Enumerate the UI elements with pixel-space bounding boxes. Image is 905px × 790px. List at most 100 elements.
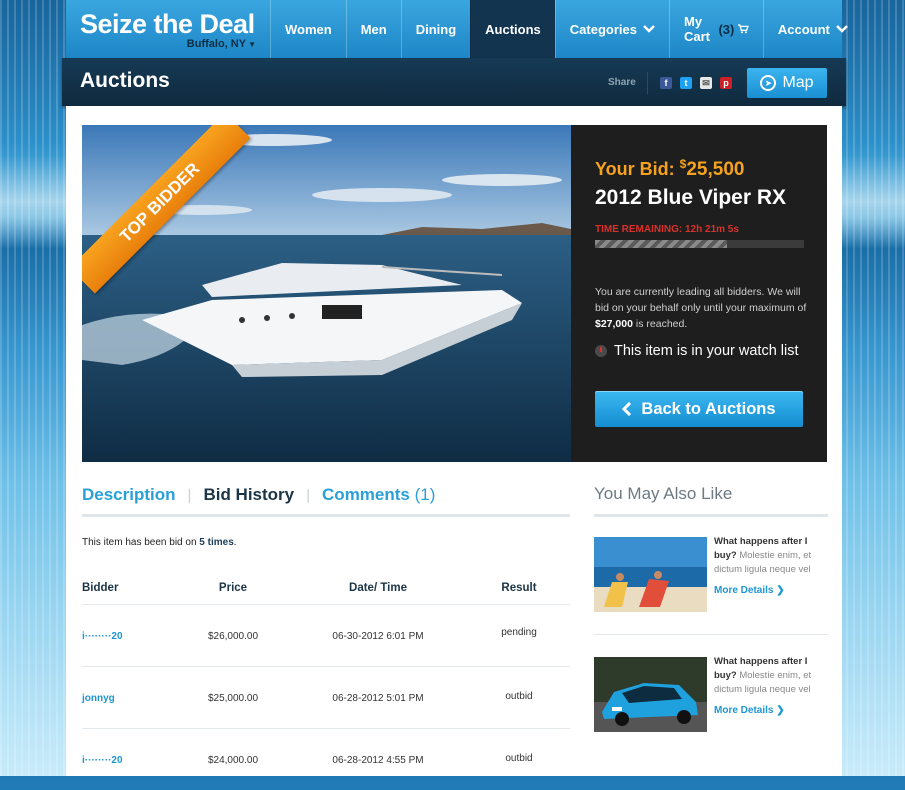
bid-desc-text: You are currently leading all bidders. W…	[595, 286, 807, 314]
tab-divider: |	[187, 486, 192, 504]
chevron-left-icon	[622, 402, 632, 416]
nav-item-auctions[interactable]: Auctions	[470, 0, 555, 58]
top-navigation: Seize the Deal Buffalo, NY ▼ Women Men Di…	[66, 0, 848, 58]
back-button-label: Back to Auctions	[641, 399, 776, 418]
chevron-down-icon: ▼	[248, 40, 256, 49]
your-bid-label: Your Bid:	[595, 159, 675, 179]
sidebar-title: You May Also Like	[594, 484, 733, 503]
boat-image: TOP BIDDER	[82, 125, 571, 462]
nav-item-label: Dining	[415, 21, 457, 37]
brand-logo[interactable]: Seize the Deal Buffalo, NY ▼	[80, 9, 268, 53]
location-selector[interactable]: Buffalo, NY ▼	[187, 38, 256, 50]
boat-photo	[82, 125, 571, 462]
location-label: Buffalo, NY	[186, 38, 247, 50]
datetime-cell: 06-30-2012 6:01 PM	[332, 631, 424, 642]
page-header-bar: Auctions Share f t ✉ p ➤ Map	[62, 58, 846, 106]
bid-description: You are currently leading all bidders. W…	[595, 284, 809, 332]
bid-history-table: Bidder Price Date/ Time Result i········…	[82, 582, 570, 790]
chevron-down-icon	[643, 25, 655, 33]
waterfall-background-left	[0, 0, 66, 776]
page-title: Auctions	[80, 69, 170, 92]
tab-bid-history[interactable]: Bid History	[203, 485, 294, 505]
bid-count-text: This item has been bid on 5 times.	[82, 537, 237, 548]
nav-item-label: My Cart	[683, 14, 710, 44]
nav-item-categories[interactable]: Categories	[554, 0, 669, 58]
price-cell: $26,000.00	[207, 631, 259, 642]
table-header: Bidder Price Date/ Time Result	[82, 582, 570, 605]
more-details-link[interactable]: More Details ❯	[714, 705, 785, 716]
compass-icon: ➤	[760, 75, 777, 91]
bid-panel: Your Bid: $25,500 2012 Blue Viper RX TIM…	[571, 125, 827, 462]
nav-item-label: Categories	[569, 21, 637, 37]
divider	[594, 634, 828, 635]
recommendation-text: What happens after I buy? Molestie enim,…	[714, 535, 824, 577]
beach-chairs-image[interactable]	[594, 537, 707, 612]
column-header-result: Result	[501, 582, 537, 594]
facebook-icon[interactable]: f	[660, 77, 672, 89]
bid-count-value: 5 times	[199, 537, 234, 548]
clock-icon	[595, 345, 607, 357]
table-row: jonnyg $25,000.00 06-28-2012 5:01 PM out…	[82, 667, 570, 729]
pinterest-icon[interactable]: p	[720, 77, 732, 89]
tab-description[interactable]: Description	[82, 485, 176, 505]
bidder-link[interactable]: jonnyg	[82, 667, 178, 728]
twitter-icon[interactable]: t	[680, 77, 692, 89]
nav-item-label: Men	[360, 21, 387, 37]
more-details-label: More Details	[714, 585, 774, 596]
nav-item-label: Account	[777, 21, 830, 37]
chevron-right-icon: ❯	[776, 705, 785, 716]
result-cell: outbid	[505, 691, 533, 702]
item-name: 2012 Blue Viper RX	[595, 186, 787, 209]
more-details-link[interactable]: More Details ❯	[714, 585, 785, 596]
bid-count-suffix: .	[233, 537, 237, 548]
datetime-cell: 06-28-2012 5:01 PM	[332, 693, 424, 704]
main-content: TOP BIDDER Your Bid: $25,500 2012 Blue V…	[66, 106, 842, 776]
datetime-cell: 06-28-2012 4:55 PM	[332, 755, 424, 766]
table-row: i········20 $26,000.00 06-30-2012 6:01 P…	[82, 605, 570, 667]
blue-car-image[interactable]	[594, 657, 707, 732]
result-cell: outbid	[505, 753, 533, 764]
column-header-bidder: Bidder	[82, 582, 119, 594]
brand-title: Seize the Deal	[80, 9, 255, 39]
nav-item-dining[interactable]: Dining	[400, 0, 470, 58]
max-amount: $27,000	[595, 318, 633, 330]
divider	[82, 514, 570, 517]
your-bid: Your Bid: $25,500	[595, 157, 744, 181]
bid-count-prefix: This item has been bid on	[82, 537, 197, 548]
recommendation-text: What happens after I buy? Molestie enim,…	[714, 655, 824, 697]
waterfall-background-right	[839, 0, 905, 776]
map-button-label: Map	[782, 74, 814, 91]
comments-count: (1)	[414, 485, 436, 504]
map-button[interactable]: ➤ Map	[747, 68, 827, 98]
chevron-down-icon	[836, 25, 848, 33]
result-cell: pending	[501, 627, 537, 638]
nav-item-men[interactable]: Men	[345, 0, 401, 58]
nav-item-label: Auctions	[485, 21, 541, 37]
back-to-auctions-button[interactable]: Back to Auctions	[595, 391, 803, 427]
nav-item-women[interactable]: Women	[270, 0, 346, 58]
tab-divider: |	[306, 486, 311, 504]
nav-item-cart[interactable]: My Cart (3)	[668, 0, 763, 58]
watch-text: This item is in your watch list	[614, 343, 799, 359]
more-details-label: More Details	[714, 705, 774, 716]
column-header-datetime: Date/ Time	[349, 582, 407, 594]
nav-item-account[interactable]: Account	[762, 0, 862, 58]
bidder-link[interactable]: i········20	[82, 729, 178, 790]
watch-list-status[interactable]: This item is in your watch list	[595, 343, 799, 359]
tab-comments-label: Comments	[322, 485, 410, 504]
price-cell: $24,000.00	[207, 755, 259, 766]
tab-comments[interactable]: Comments (1)	[322, 485, 435, 505]
divider	[647, 72, 648, 94]
chevron-right-icon: ❯	[776, 585, 785, 596]
cart-count-badge: (3)	[718, 21, 735, 37]
table-row: i········20 $24,000.00 06-28-2012 4:55 P…	[82, 729, 570, 790]
detail-tabs: Description | Bid History | Comments (1)	[82, 485, 435, 505]
divider	[594, 514, 828, 517]
bidder-link[interactable]: i········20	[82, 605, 178, 666]
column-header-price: Price	[218, 582, 248, 594]
time-progress-bar	[595, 240, 804, 248]
your-bid-amount: 25,500	[686, 159, 745, 180]
email-icon[interactable]: ✉	[700, 77, 712, 89]
progress-fill	[595, 240, 727, 248]
cart-icon	[738, 24, 749, 34]
